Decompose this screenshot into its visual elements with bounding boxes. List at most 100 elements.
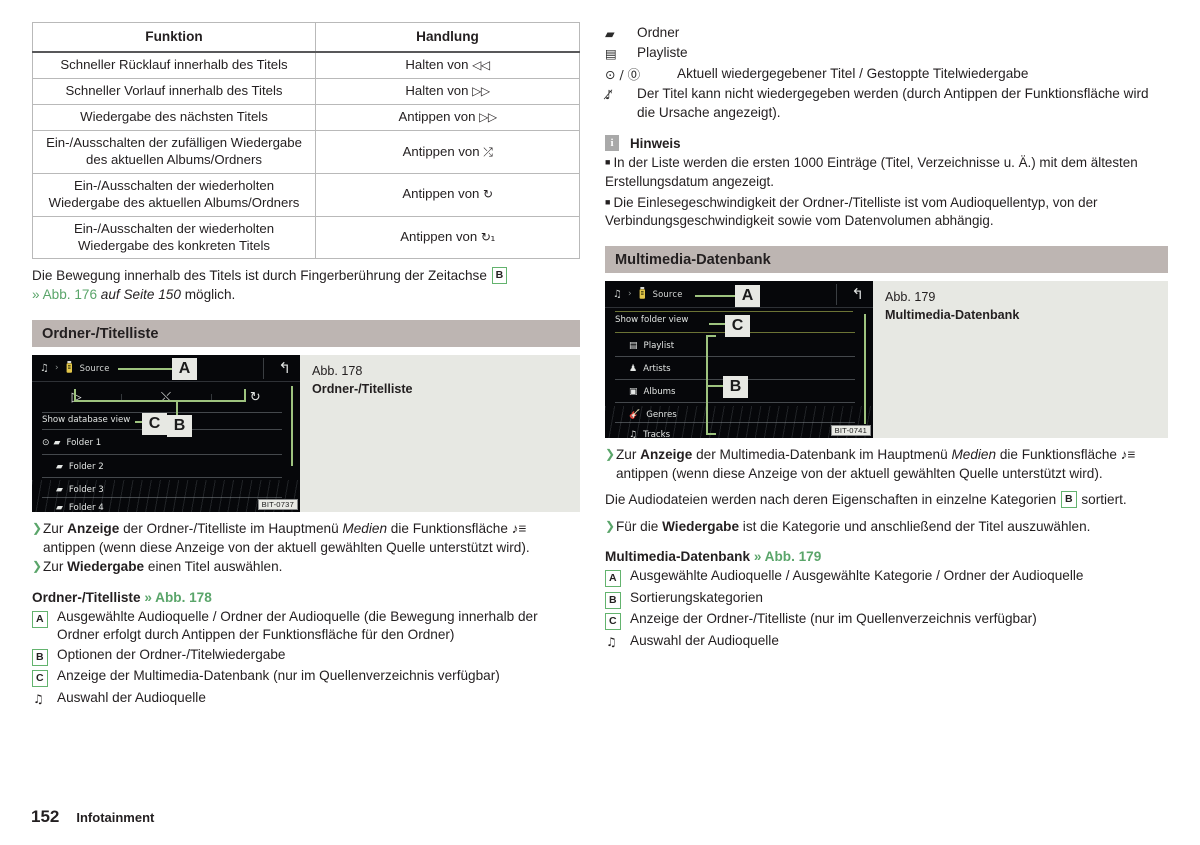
t-italic: Medien	[342, 521, 388, 537]
table-cell-action: Antippen von ↻	[315, 172, 580, 217]
music-note-icon: ♫	[33, 691, 44, 706]
leader-line-b-top	[74, 400, 246, 403]
legend-box-c: C	[32, 670, 48, 688]
t: einen Titel auswählen.	[144, 559, 283, 575]
list-item-label: Folder 1	[66, 437, 102, 448]
show-folder-view-link[interactable]: Show folder view	[615, 315, 688, 325]
figure-link-178[interactable]: » Abb. 178	[144, 590, 212, 605]
note-text: In der Liste werden die ersten 1000 Eint…	[605, 155, 1138, 189]
leader-line-b-bottom	[706, 433, 716, 436]
figure-code-0737: BIT-0737	[257, 499, 298, 511]
note-title: Hinweis	[630, 135, 681, 151]
legend-row: A Ausgewählte Audioquelle / Ordner der A…	[32, 608, 580, 644]
legend-row: B Sortierungskategorien	[605, 589, 1168, 609]
action-text: Antippen von	[398, 109, 480, 125]
table-header-funktion: Funktion	[32, 22, 316, 54]
back-arrow-icon[interactable]: ↰	[278, 359, 291, 377]
figure-number: Abb. 179	[885, 290, 936, 305]
intro-italic: auf Seite 150	[97, 286, 181, 302]
sorted-post: sortiert.	[1077, 492, 1127, 508]
arrow-bullet-icon: ❯	[32, 521, 43, 536]
callout-b: B	[723, 376, 748, 399]
figure-link-176[interactable]: » Abb. 176	[32, 287, 97, 302]
shuffle-button[interactable]: ⤬	[121, 390, 210, 405]
square-bullet-icon: ■	[605, 196, 611, 207]
infotainment-screen-179: ♫ › Source ↰ Show folder view ▤ Playlist	[605, 281, 873, 439]
t-bold: Wiedergabe	[67, 559, 145, 575]
figure-link-179[interactable]: » Abb. 179	[754, 549, 822, 564]
legend-key: B	[32, 646, 57, 666]
symbol-row: ⊙ / ⓪ Aktuell wiedergegebener Titel / Ge…	[605, 65, 1168, 83]
music-note-icon[interactable]: ♫	[40, 363, 49, 374]
legend-row: C Anzeige der Ordner-/Titelliste (nur im…	[605, 610, 1168, 631]
usb-icon	[639, 286, 646, 302]
legend-row: C Anzeige der Multimedia-Datenbank (nur …	[32, 667, 580, 688]
legend-title-left: Ordner-/Titelliste » Abb. 178	[32, 590, 580, 605]
note-header: i Hinweis	[605, 135, 1168, 152]
arrow-bullet-icon: ❯	[605, 447, 616, 462]
action-text: Antippen von	[402, 186, 484, 202]
step-text: Für die Wiedergabe ist die Kategorie und…	[616, 518, 1168, 536]
figure-code-0741: BIT-0741	[830, 425, 871, 437]
legend-right: A Ausgewählte Audioquelle / Ausgewählte …	[605, 567, 1168, 651]
callout-a: A	[735, 285, 760, 308]
legend-title-text: Multimedia-Datenbank	[605, 549, 751, 565]
repeat-button[interactable]: ↻	[210, 390, 300, 405]
figure-title: Ordner-/Titelliste	[312, 381, 413, 396]
chapter-name: Infotainment	[76, 810, 155, 825]
function-table: Funktion Handlung Schneller Rücklauf inn…	[32, 22, 580, 260]
play-button[interactable]: ▷	[32, 390, 121, 405]
table-cell-function: Schneller Rücklauf innerhalb des Titels	[32, 51, 316, 80]
shuffle-icon: ⤮	[483, 144, 493, 159]
step-text: Zur Anzeige der Ordner-/Titelliste im Ha…	[43, 520, 580, 557]
steps-list-right-2: ❯ Für die Wiedergabe ist die Kategorie u…	[605, 518, 1168, 536]
folder-icon: ▰	[605, 26, 615, 41]
t: Zur	[43, 559, 68, 575]
list-item-label: Playlist	[643, 340, 675, 351]
figure-number: Abb. 178	[312, 364, 363, 379]
legend-left: A Ausgewählte Audioquelle / Ordner der A…	[32, 608, 580, 708]
left-column: Funktion Handlung Schneller Rücklauf inn…	[32, 22, 580, 708]
music-note-icon[interactable]: ♫	[613, 289, 622, 300]
usb-icon	[66, 360, 73, 376]
legend-box-a: A	[605, 570, 621, 588]
chevron-right-icon: ›	[627, 289, 632, 300]
list-item[interactable]: ▰ Folder 2	[42, 455, 282, 478]
t-bold: Wiedergabe	[662, 518, 740, 534]
repeat-icon: ↻	[483, 187, 493, 202]
symbol-legend-list: ▰ Ordner ▤ Playliste ⊙ / ⓪ Aktuell wiede…	[605, 24, 1168, 122]
step-text: Zur Wiedergabe einen Titel auswählen.	[43, 558, 580, 576]
list-item[interactable]: ▤ Playlist	[615, 334, 855, 357]
folder-icon: ▰	[53, 437, 61, 448]
figure-caption-179: Abb. 179 Multimedia-Datenbank	[873, 281, 1019, 438]
t-italic: Medien	[951, 447, 997, 463]
note-text: Die Einlesegeschwindigkeit der Ordner-/T…	[605, 194, 1098, 229]
back-arrow-icon[interactable]: ↰	[851, 285, 864, 303]
steps-list-right-1: ❯ Zur Anzeige der Multimedia-Datenbank i…	[605, 446, 1168, 483]
table-row: Ein-/Ausschalten der zufälligen Wiederga…	[32, 130, 580, 174]
table-header-handlung: Handlung	[315, 22, 580, 54]
legend-value: Anzeige der Ordner-/Titelliste (nur im Q…	[630, 611, 1037, 627]
step-item: ❯ Zur Anzeige der Multimedia-Datenbank i…	[605, 446, 1168, 483]
symbol-text: Aktuell wiedergegebener Titel / Gestoppt…	[677, 65, 1029, 81]
scrollbar[interactable]	[291, 386, 293, 467]
scrollbar[interactable]	[864, 314, 866, 425]
symbol-text: Ordner	[637, 25, 680, 40]
show-database-view-link[interactable]: Show database view	[42, 415, 130, 425]
source-label[interactable]: Source	[80, 363, 110, 373]
figure-178: ♫ › Source ↰ ▷ ⤬ ↻ Show database view ⊙ …	[32, 355, 580, 513]
table-row: Ein-/Ausschalten der wiederholten Wieder…	[32, 172, 580, 217]
t: Zur	[616, 447, 641, 463]
note-item: ■ In der Liste werden die ersten 1000 Ein…	[605, 154, 1168, 190]
legend-box-a: A	[32, 610, 48, 628]
source-label[interactable]: Source	[653, 289, 683, 299]
table-cell-action: Halten von ◁◁	[315, 51, 580, 80]
section-heading-ordner-titelliste: Ordner-/Titelliste	[32, 320, 580, 348]
arrow-bullet-icon: ❯	[32, 559, 43, 574]
callout-c: C	[142, 413, 167, 436]
legend-title-text: Ordner-/Titelliste	[32, 589, 141, 605]
t: Für die	[616, 518, 663, 534]
symbol-text: Der Titel kann nicht wiedergegeben werde…	[637, 86, 1149, 120]
chevron-right-icon: ›	[54, 363, 59, 374]
next-track-icon: ▷▷	[479, 110, 497, 125]
